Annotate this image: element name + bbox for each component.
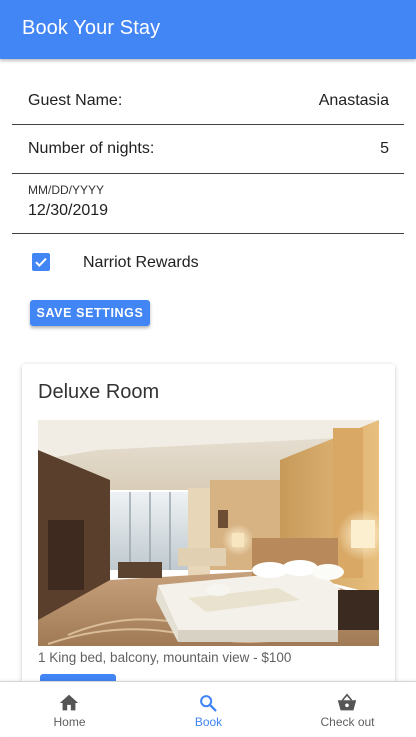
guest-name-label: Guest Name: (28, 92, 123, 109)
app-bar: Book Your Stay (0, 0, 416, 59)
room-description: 1 King bed, balcony, mountain view - $10… (38, 650, 292, 665)
save-settings-button[interactable]: SAVE SETTINGS (30, 300, 150, 326)
nav-home[interactable]: Home (0, 682, 139, 737)
guest-name-field[interactable]: Guest Name: Anastasia (12, 77, 404, 125)
search-icon (200, 695, 217, 712)
room-title: Deluxe Room (38, 381, 160, 403)
nights-field[interactable]: Number of nights: 5 (12, 125, 404, 174)
nights-value[interactable]: 5 (380, 140, 389, 158)
book-room-button[interactable] (40, 674, 116, 681)
nav-checkout-label: Check out (320, 715, 375, 729)
checkmark-icon (35, 257, 47, 268)
room-card: Deluxe Room 1 King bed, balcony, mountai… (22, 364, 395, 681)
bottom-navigation: Home Book Check out (0, 681, 416, 736)
nav-book[interactable]: Book (139, 682, 278, 737)
nights-label: Number of nights: (28, 140, 155, 157)
app-title: Book Your Stay (22, 17, 161, 39)
guest-name-value[interactable]: Anastasia (319, 92, 389, 110)
nav-book-label: Book (194, 715, 223, 729)
nav-home-label: Home (53, 715, 86, 729)
date-value[interactable]: 12/30/2019 (28, 202, 108, 220)
rewards-checkbox[interactable] (32, 253, 50, 271)
room-photo (38, 420, 379, 646)
date-format-label: MM/DD/YYYY (28, 183, 105, 197)
home-icon (59, 694, 79, 711)
rewards-label: Narriot Rewards (83, 254, 199, 271)
basket-icon (337, 693, 357, 711)
date-field[interactable]: MM/DD/YYYY 12/30/2019 (12, 174, 404, 234)
main-content: Guest Name: Anastasia Number of nights: … (0, 59, 416, 681)
nav-checkout[interactable]: Check out (278, 682, 416, 737)
